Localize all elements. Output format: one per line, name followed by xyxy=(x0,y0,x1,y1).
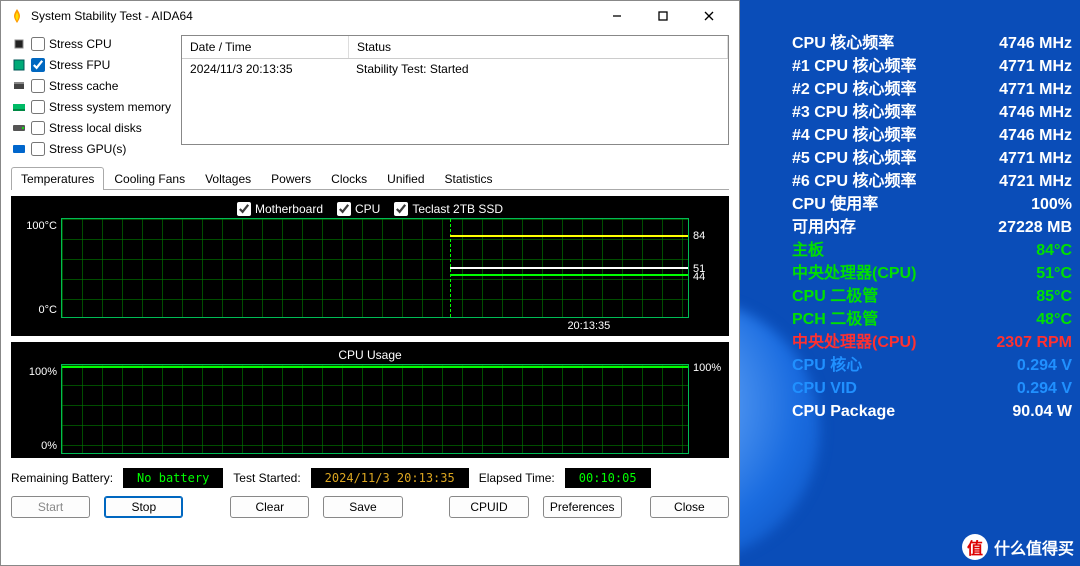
stress-gpu-checkbox[interactable] xyxy=(31,142,45,156)
status-row: Remaining Battery: No battery Test Start… xyxy=(11,468,729,488)
stress-cache-checkbox[interactable] xyxy=(31,79,45,93)
stress-fpu-option[interactable]: Stress FPU xyxy=(11,56,171,74)
tab-voltages[interactable]: Voltages xyxy=(195,167,261,190)
log-cell-date: 2024/11/3 20:13:35 xyxy=(182,59,348,79)
stress-options: Stress CPU Stress FPU Stress cache Stres… xyxy=(11,35,171,158)
window-title: System Stability Test - AIDA64 xyxy=(31,9,595,23)
watermark: 值 什么值得买 xyxy=(962,534,1074,560)
tab-powers[interactable]: Powers xyxy=(261,167,321,190)
battery-value: No battery xyxy=(123,468,223,488)
stop-button[interactable]: Stop xyxy=(104,496,183,518)
elapsed-label: Elapsed Time: xyxy=(479,471,555,485)
legend-cpu[interactable]: CPU xyxy=(337,202,380,216)
tab-bar: Temperatures Cooling Fans Voltages Power… xyxy=(11,166,729,190)
clear-button[interactable]: Clear xyxy=(230,496,309,518)
maximize-button[interactable] xyxy=(641,2,685,30)
stress-cpu-checkbox[interactable] xyxy=(31,37,45,51)
titlebar: System Stability Test - AIDA64 xyxy=(1,1,739,31)
legend-motherboard[interactable]: Motherboard xyxy=(237,202,323,216)
cpu-usage-graph: CPU Usage 100%0% 100% xyxy=(11,342,729,458)
watermark-text: 什么值得买 xyxy=(994,535,1074,559)
close-dialog-button[interactable]: Close xyxy=(650,496,729,518)
log-cell-status: Stability Test: Started xyxy=(348,59,728,79)
close-button[interactable] xyxy=(687,2,731,30)
stress-memory-option[interactable]: Stress system memory xyxy=(11,98,171,116)
test-started-value: 2024/11/3 20:13:35 xyxy=(311,468,469,488)
save-button[interactable]: Save xyxy=(323,496,402,518)
elapsed-value: 00:10:05 xyxy=(565,468,651,488)
temperature-plot xyxy=(61,218,689,318)
cpu-usage-title: CPU Usage xyxy=(17,348,723,362)
tab-clocks[interactable]: Clocks xyxy=(321,167,377,190)
tab-statistics[interactable]: Statistics xyxy=(435,167,503,190)
legend-ssd[interactable]: Teclast 2TB SSD xyxy=(394,202,503,216)
cache-icon xyxy=(11,79,27,93)
cpuid-button[interactable]: CPUID xyxy=(449,496,528,518)
stress-cache-option[interactable]: Stress cache xyxy=(11,77,171,95)
hw-monitor-overlay: CPU 核心频率4746 MHz #1 CPU 核心频率4771 MHz #2 … xyxy=(792,32,1072,423)
start-button[interactable]: Start xyxy=(11,496,90,518)
event-log: Date / Time Status 2024/11/3 20:13:35 St… xyxy=(181,35,729,145)
stress-memory-checkbox[interactable] xyxy=(31,100,45,114)
tab-temperatures[interactable]: Temperatures xyxy=(11,167,104,190)
stress-gpu-option[interactable]: Stress GPU(s) xyxy=(11,140,171,158)
log-header-date[interactable]: Date / Time xyxy=(182,36,349,58)
tab-unified[interactable]: Unified xyxy=(377,167,434,190)
gpu-icon xyxy=(11,142,27,156)
stress-disk-checkbox[interactable] xyxy=(31,121,45,135)
minimize-button[interactable] xyxy=(595,2,639,30)
memory-icon xyxy=(11,100,27,114)
watermark-icon: 值 xyxy=(962,534,988,560)
temp-x-tick: 20:13:35 xyxy=(455,320,723,332)
log-row: 2024/11/3 20:13:35 Stability Test: Start… xyxy=(182,59,728,79)
fpu-icon xyxy=(11,58,27,72)
stress-cpu-option[interactable]: Stress CPU xyxy=(11,35,171,53)
button-row: Start Stop Clear Save CPUID Preferences … xyxy=(11,496,729,518)
stress-disk-option[interactable]: Stress local disks xyxy=(11,119,171,137)
test-started-label: Test Started: xyxy=(233,471,300,485)
disk-icon xyxy=(11,121,27,135)
tab-cooling-fans[interactable]: Cooling Fans xyxy=(104,167,195,190)
preferences-button[interactable]: Preferences xyxy=(543,496,622,518)
app-icon xyxy=(9,8,25,24)
aida64-window: System Stability Test - AIDA64 Stress CP… xyxy=(0,0,740,566)
cpu-usage-plot xyxy=(61,364,689,454)
temperature-graph: Motherboard CPU Teclast 2TB SSD 100°C0°C xyxy=(11,196,729,336)
remaining-battery-label: Remaining Battery: xyxy=(11,471,113,485)
stress-fpu-checkbox[interactable] xyxy=(31,58,45,72)
log-header-status[interactable]: Status xyxy=(349,36,728,58)
cpu-icon xyxy=(11,37,27,51)
